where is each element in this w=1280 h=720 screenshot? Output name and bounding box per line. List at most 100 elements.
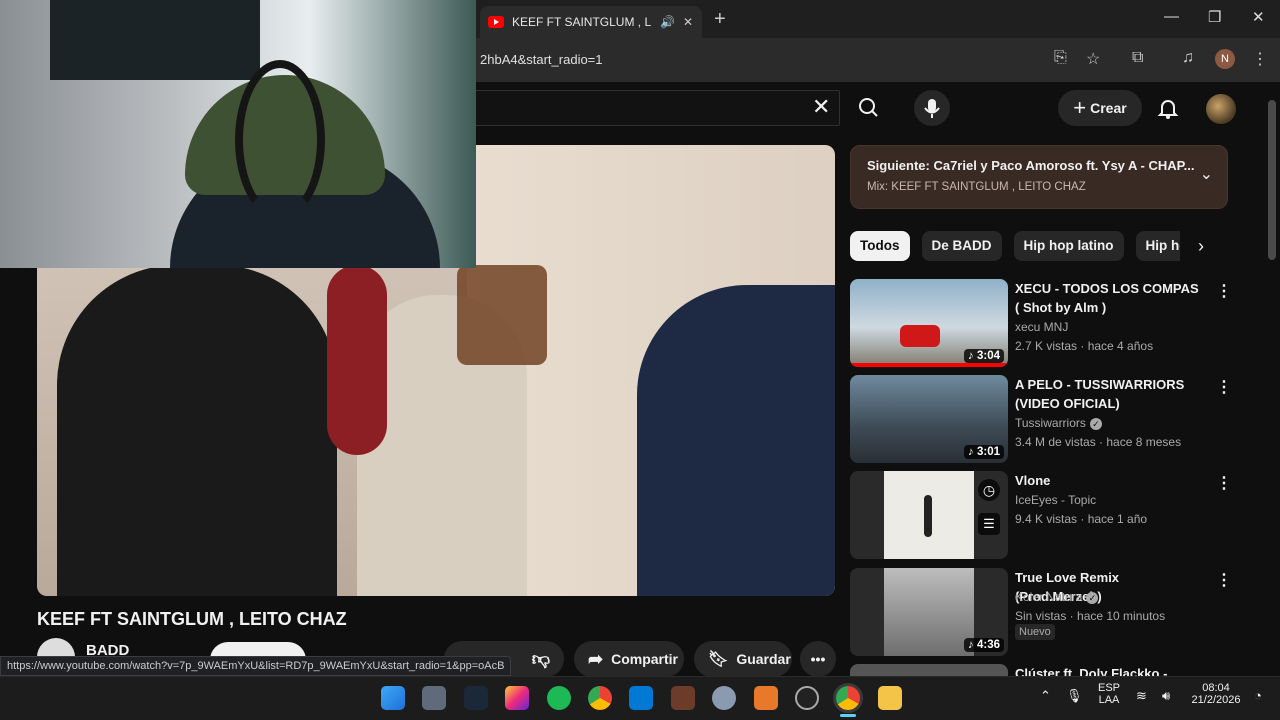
up-next-mix: Mix: KEEF FT SAINTGLUM , LEITO CHAZ [867, 181, 1086, 193]
video-thumbnail[interactable]: ◷ ☰ [850, 471, 1008, 559]
extensions-icon[interactable]: ⧉ [1132, 49, 1143, 67]
spotify-icon[interactable] [547, 686, 571, 710]
chip-hip-hop-latino[interactable]: Hip hop latino [1013, 231, 1124, 261]
wifi-icon[interactable]: ≋ [1136, 688, 1147, 704]
plus-icon: + [1073, 95, 1087, 120]
chip-hip-hop[interactable]: Hip hop [1135, 231, 1180, 261]
search-input[interactable] [476, 90, 840, 126]
list-item[interactable]: ♪ 3:01 A PELO - TUSSIWARRIORS (VIDEO OFI… [850, 375, 1232, 465]
close-window-icon[interactable]: ✕ [1252, 8, 1265, 26]
notification-center-icon[interactable]: ◔ [1254, 688, 1262, 703]
url-text[interactable]: 2hbA4&start_radio=1 [480, 52, 603, 67]
kebab-menu-icon[interactable]: ⋮ [1216, 473, 1232, 493]
up-next-card[interactable]: Siguiente: Ca7riel y Paco Amoroso ft. Ys… [850, 145, 1228, 209]
microphone-tray-icon[interactable]: 🎙︎ [1066, 688, 1083, 704]
tray-overflow-icon[interactable]: ⌃ [1040, 688, 1051, 704]
clock-icon[interactable]: ◷ [978, 479, 1000, 501]
verified-icon: ✓ [1086, 592, 1099, 604]
kebab-menu-icon[interactable]: ⋮ [1216, 281, 1232, 301]
page-scrollbar[interactable] [1268, 100, 1276, 260]
tab-close-icon[interactable]: ✕ [683, 15, 693, 29]
share-label: Compartir [611, 651, 678, 667]
thumbnail-figure [924, 495, 932, 537]
item-title[interactable]: Vlone [1015, 471, 1205, 490]
item-channel[interactable]: xecu MNJ [1015, 320, 1068, 334]
webcam-clothes [50, 0, 260, 80]
obs-icon[interactable] [795, 686, 819, 710]
item-meta: 3.4 M de vistas · hace 8 meses [1015, 435, 1182, 449]
watch-progress [850, 363, 1008, 367]
chevron-right-icon[interactable]: › [1198, 236, 1204, 257]
list-item[interactable]: ♪ 4:36 True Love Remix (Prod.Merzeh) Kol… [850, 568, 1232, 658]
item-channel-name: Koler Natura [1015, 590, 1083, 604]
verified-icon: ✓ [1089, 418, 1102, 430]
speaker-icon[interactable]: 🔊 [660, 15, 675, 29]
item-channel[interactable]: IceEyes - Topic [1015, 493, 1096, 507]
user-avatar[interactable] [1206, 94, 1236, 124]
video-title: KEEF FT SAINTGLUM , LEITO CHAZ [37, 609, 347, 629]
create-button[interactable]: + Crear [1058, 90, 1142, 126]
list-item[interactable]: Clúster ft. Doly Flackko - OREO [850, 664, 1230, 676]
install-app-icon[interactable]: ⎘ [1054, 49, 1067, 67]
video-thumbnail[interactable] [850, 664, 1008, 676]
notifications-button[interactable] [1156, 96, 1180, 125]
more-icon: ••• [810, 651, 826, 667]
browser-tab[interactable]: KEEF FT SAINTGLUM , LEITO 🔊 ✕ [480, 6, 702, 38]
headphones-icon [235, 60, 325, 220]
video-thumbnail[interactable]: ♪ 4:36 [850, 568, 1008, 656]
item-title[interactable]: XECU - TODOS LOS COMPAS ( Shot by Alm ) [1015, 279, 1205, 317]
instagram-icon[interactable] [505, 686, 529, 710]
item-title[interactable]: A PELO - TUSSIWARRIORS (VIDEO OFICIAL) [1015, 375, 1205, 413]
video-thumbnail[interactable]: ♪ 3:04 [850, 279, 1008, 367]
dislike-icon[interactable]: 👎︎ [532, 648, 550, 670]
profile-avatar[interactable]: N [1215, 49, 1235, 69]
duration-text: 4:36 [976, 639, 1000, 651]
media-control-icon[interactable]: ♫ [1182, 49, 1194, 67]
share-icon: ➦ [588, 648, 604, 669]
search-button[interactable] [850, 92, 888, 124]
browser-menu-icon[interactable]: ⋮ [1252, 49, 1268, 69]
bell-icon [1157, 100, 1179, 119]
active-app-indicator [840, 714, 856, 717]
video-person [637, 285, 835, 596]
clear-search-icon[interactable]: ✕ [812, 94, 830, 120]
share-button[interactable]: ➦ Compartir [574, 641, 684, 677]
save-button[interactable]: 🔖︎ Guardar [694, 641, 792, 677]
create-label: Crear [1090, 100, 1127, 116]
kebab-menu-icon[interactable]: ⋮ [1216, 377, 1232, 397]
chevron-down-icon[interactable]: ⌄ [1200, 164, 1213, 184]
chrome-icon[interactable] [588, 686, 612, 710]
chip-todos[interactable]: Todos [850, 231, 910, 261]
chrome-active-icon[interactable] [836, 686, 860, 710]
more-actions-button[interactable]: ••• [800, 641, 836, 677]
thumbnail-car [900, 325, 940, 347]
chip-de-badd[interactable]: De BADD [921, 231, 1002, 261]
maximize-icon[interactable]: ❐ [1208, 8, 1221, 26]
minimize-icon[interactable]: — [1164, 8, 1179, 25]
new-tab-icon[interactable]: + [714, 8, 726, 31]
settings-gear-icon[interactable] [712, 686, 736, 710]
add-to-queue-icon[interactable]: ☰ [978, 513, 1000, 535]
list-item[interactable]: ◷ ☰ Vlone IceEyes - Topic 9.4 K vistas ·… [850, 471, 1232, 561]
game-app-icon[interactable] [671, 686, 695, 710]
steam-icon[interactable] [464, 686, 488, 710]
duration-badge: ♪ 3:01 [964, 445, 1004, 459]
language-indicator[interactable]: ESP LAA [1094, 682, 1124, 706]
item-channel[interactable]: Tussiwarriors ✓ [1015, 416, 1102, 430]
video-person [327, 265, 387, 455]
item-channel[interactable]: Koler Natura ✓ [1015, 590, 1099, 604]
list-item[interactable]: ♪ 3:04 XECU - TODOS LOS COMPAS ( Shot by… [850, 279, 1232, 369]
voice-search-button[interactable] [914, 90, 950, 126]
item-title[interactable]: Clúster ft. Doly Flackko - OREO [1015, 664, 1205, 676]
duration-badge: ♪ 3:04 [964, 349, 1004, 363]
kebab-menu-icon[interactable]: ⋮ [1216, 570, 1232, 590]
video-thumbnail[interactable]: ♪ 3:01 [850, 375, 1008, 463]
bookmark-star-icon[interactable]: ☆ [1086, 49, 1100, 69]
fl-studio-icon[interactable] [754, 686, 778, 710]
file-explorer-icon[interactable] [878, 686, 902, 710]
store-icon[interactable] [629, 686, 653, 710]
volume-icon[interactable]: 🔊︎ [1162, 688, 1170, 704]
camera-app-icon[interactable] [422, 686, 446, 710]
clock[interactable]: 08:04 21/2/2026 [1186, 682, 1246, 706]
windows-start-icon[interactable] [381, 686, 405, 710]
